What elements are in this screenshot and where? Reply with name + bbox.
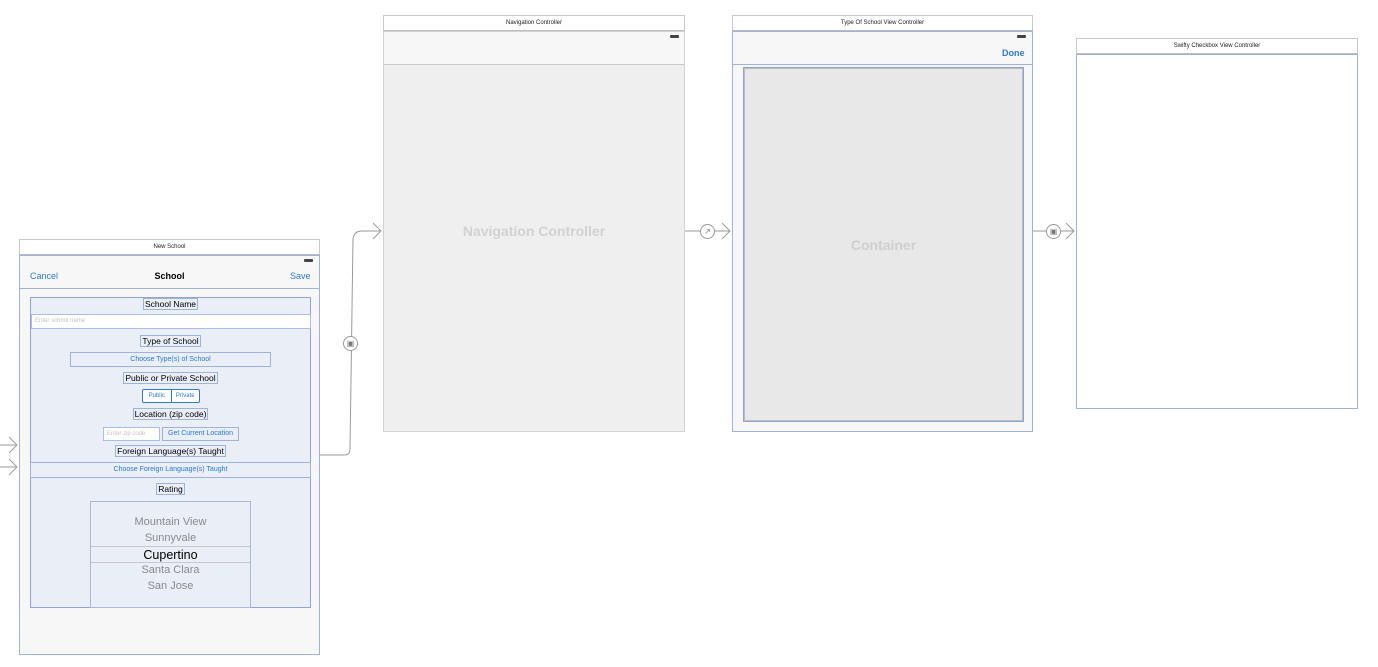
rating-picker[interactable]: Mountain View Sunnyvale Cupertino Santa … [90, 501, 251, 608]
battery-icon [670, 35, 679, 38]
get-current-location-button[interactable]: Get Current Location [162, 427, 239, 441]
swifty-checkbox-scene-title[interactable]: Swifty Checkbox View Controller [1076, 38, 1358, 54]
save-button[interactable]: Save [290, 271, 311, 281]
segment-public[interactable]: Public [143, 390, 172, 402]
foreign-language-label: Foreign Language(s) Taught [115, 445, 226, 457]
type-of-school-label: Type of School [140, 335, 201, 347]
public-private-label: Public or Private School [123, 372, 218, 384]
school-name-field[interactable]: Enter school name [31, 314, 311, 329]
public-private-segmented-control[interactable]: Public Private [142, 389, 200, 403]
navigation-controller-scene-title[interactable]: Navigation Controller [383, 15, 685, 31]
container-view[interactable]: Container [743, 67, 1024, 422]
navigation-bar[interactable] [384, 32, 684, 65]
new-school-frame[interactable]: Cancel School Save School Name Enter sch… [19, 255, 320, 655]
embed-segue-icon[interactable]: ▣ [1046, 224, 1061, 239]
nav-title: School [154, 271, 185, 281]
picker-item[interactable]: San Jose [91, 580, 250, 592]
new-school-scene-title[interactable]: New School [19, 239, 320, 255]
rating-label: Rating [156, 483, 185, 495]
battery-icon [1017, 35, 1026, 38]
choose-type-button[interactable]: Choose Type(s) of School [70, 352, 271, 367]
segment-private[interactable]: Private [172, 390, 200, 402]
choose-language-button[interactable]: Choose Foreign Language(s) Taught [30, 462, 311, 478]
type-of-school-scene-title[interactable]: Type Of School View Controller [732, 15, 1033, 31]
location-label: Location (zip code) [132, 408, 209, 420]
nav-divider [20, 288, 319, 289]
swifty-checkbox-frame[interactable] [1076, 54, 1358, 409]
navigation-controller-frame[interactable]: Navigation Controller [383, 31, 685, 432]
type-of-school-frame[interactable]: Done Container [732, 31, 1033, 432]
battery-icon [304, 259, 313, 262]
zip-code-field[interactable]: Enter zip code [103, 427, 160, 441]
school-name-label: School Name [142, 298, 199, 310]
navigation-controller-placeholder: Navigation Controller [462, 223, 606, 239]
container-label: Container [850, 237, 917, 253]
picker-item-selected[interactable]: Cupertino [91, 548, 250, 562]
form-stack-view[interactable]: School Name Enter school name Type of Sc… [30, 297, 311, 608]
nav-divider [733, 64, 1032, 65]
relationship-segue-icon[interactable]: ↗ [700, 224, 715, 239]
picker-item[interactable]: Santa Clara [91, 564, 250, 576]
segue-icon[interactable]: ▣ [343, 336, 358, 351]
picker-item[interactable]: Mountain View [91, 516, 250, 528]
picker-item[interactable]: Sunnyvale [91, 532, 250, 544]
done-button[interactable]: Done [1002, 48, 1025, 58]
